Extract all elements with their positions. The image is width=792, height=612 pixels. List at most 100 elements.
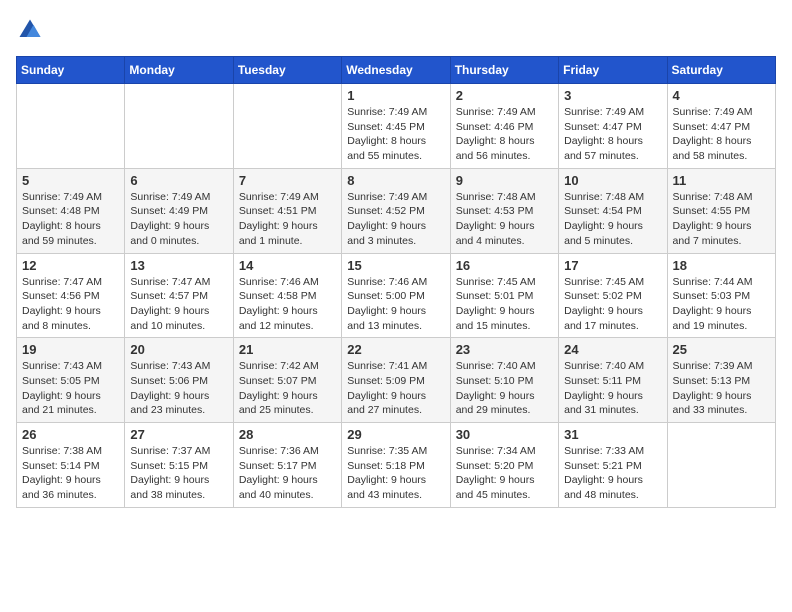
day-number: 7 bbox=[239, 173, 336, 188]
day-info: Sunrise: 7:37 AM Sunset: 5:15 PM Dayligh… bbox=[130, 444, 227, 503]
day-number: 1 bbox=[347, 88, 444, 103]
day-info: Sunrise: 7:45 AM Sunset: 5:01 PM Dayligh… bbox=[456, 275, 553, 334]
day-info: Sunrise: 7:47 AM Sunset: 4:56 PM Dayligh… bbox=[22, 275, 119, 334]
calendar-cell bbox=[667, 423, 775, 508]
calendar-cell: 12Sunrise: 7:47 AM Sunset: 4:56 PM Dayli… bbox=[17, 253, 125, 338]
calendar-header-row: SundayMondayTuesdayWednesdayThursdayFrid… bbox=[17, 57, 776, 84]
day-number: 10 bbox=[564, 173, 661, 188]
calendar-cell: 20 Sunrise: 7:43 AM Sunset: 5:06 PM Dayli… bbox=[125, 338, 233, 423]
calendar-cell: 23 Sunrise: 7:40 AM Sunset: 5:10 PM Dayli… bbox=[450, 338, 558, 423]
day-info: Sunrise: 7:40 AM Sunset: 5:11 PM Dayligh… bbox=[564, 359, 661, 418]
weekday-header: Tuesday bbox=[233, 57, 341, 84]
calendar-cell: 10 Sunrise: 7:48 AM Sunset: 4:54 PM Dayli… bbox=[559, 168, 667, 253]
day-info: Sunrise: 7:48 AM Sunset: 4:55 PM Dayligh… bbox=[673, 190, 770, 249]
day-info: Sunrise: 7:40 AM Sunset: 5:10 PM Dayligh… bbox=[456, 359, 553, 418]
calendar-cell: 13 Sunrise: 7:47 AM Sunset: 4:57 PM Dayli… bbox=[125, 253, 233, 338]
calendar-week-row: 12Sunrise: 7:47 AM Sunset: 4:56 PM Dayli… bbox=[17, 253, 776, 338]
calendar-cell bbox=[17, 84, 125, 169]
day-number: 18 bbox=[673, 258, 770, 273]
day-number: 20 bbox=[130, 342, 227, 357]
day-info: Sunrise: 7:47 AM Sunset: 4:57 PM Dayligh… bbox=[130, 275, 227, 334]
day-number: 30 bbox=[456, 427, 553, 442]
day-number: 28 bbox=[239, 427, 336, 442]
calendar-cell: 25Sunrise: 7:39 AM Sunset: 5:13 PM Dayli… bbox=[667, 338, 775, 423]
day-info: Sunrise: 7:49 AM Sunset: 4:52 PM Dayligh… bbox=[347, 190, 444, 249]
calendar-cell: 16 Sunrise: 7:45 AM Sunset: 5:01 PM Dayli… bbox=[450, 253, 558, 338]
day-number: 17 bbox=[564, 258, 661, 273]
calendar-cell: 19 Sunrise: 7:43 AM Sunset: 5:05 PM Dayli… bbox=[17, 338, 125, 423]
day-number: 23 bbox=[456, 342, 553, 357]
calendar-week-row: 1 Sunrise: 7:49 AM Sunset: 4:45 PM Daylig… bbox=[17, 84, 776, 169]
calendar-cell: 5 Sunrise: 7:49 AM Sunset: 4:48 PM Daylig… bbox=[17, 168, 125, 253]
day-info: Sunrise: 7:39 AM Sunset: 5:13 PM Dayligh… bbox=[673, 359, 770, 418]
calendar-cell: 2Sunrise: 7:49 AM Sunset: 4:46 PM Daylig… bbox=[450, 84, 558, 169]
calendar-cell: 8 Sunrise: 7:49 AM Sunset: 4:52 PM Daylig… bbox=[342, 168, 450, 253]
weekday-header: Saturday bbox=[667, 57, 775, 84]
day-number: 5 bbox=[22, 173, 119, 188]
day-info: Sunrise: 7:49 AM Sunset: 4:49 PM Dayligh… bbox=[130, 190, 227, 249]
weekday-header: Sunday bbox=[17, 57, 125, 84]
calendar-cell: 17 Sunrise: 7:45 AM Sunset: 5:02 PM Dayli… bbox=[559, 253, 667, 338]
day-info: Sunrise: 7:41 AM Sunset: 5:09 PM Dayligh… bbox=[347, 359, 444, 418]
weekday-header: Monday bbox=[125, 57, 233, 84]
calendar-cell: 26Sunrise: 7:38 AM Sunset: 5:14 PM Dayli… bbox=[17, 423, 125, 508]
calendar-week-row: 26Sunrise: 7:38 AM Sunset: 5:14 PM Dayli… bbox=[17, 423, 776, 508]
day-number: 27 bbox=[130, 427, 227, 442]
calendar-cell: 7Sunrise: 7:49 AM Sunset: 4:51 PM Daylig… bbox=[233, 168, 341, 253]
calendar-cell: 4Sunrise: 7:49 AM Sunset: 4:47 PM Daylig… bbox=[667, 84, 775, 169]
day-number: 15 bbox=[347, 258, 444, 273]
calendar-cell: 27 Sunrise: 7:37 AM Sunset: 5:15 PM Dayli… bbox=[125, 423, 233, 508]
day-number: 14 bbox=[239, 258, 336, 273]
calendar-cell: 29 Sunrise: 7:35 AM Sunset: 5:18 PM Dayli… bbox=[342, 423, 450, 508]
calendar-cell bbox=[233, 84, 341, 169]
day-number: 3 bbox=[564, 88, 661, 103]
day-number: 4 bbox=[673, 88, 770, 103]
day-info: Sunrise: 7:48 AM Sunset: 4:54 PM Dayligh… bbox=[564, 190, 661, 249]
logo bbox=[16, 16, 48, 44]
day-info: Sunrise: 7:49 AM Sunset: 4:48 PM Dayligh… bbox=[22, 190, 119, 249]
calendar-cell: 24Sunrise: 7:40 AM Sunset: 5:11 PM Dayli… bbox=[559, 338, 667, 423]
calendar-cell: 21Sunrise: 7:42 AM Sunset: 5:07 PM Dayli… bbox=[233, 338, 341, 423]
day-info: Sunrise: 7:45 AM Sunset: 5:02 PM Dayligh… bbox=[564, 275, 661, 334]
calendar-cell: 6Sunrise: 7:49 AM Sunset: 4:49 PM Daylig… bbox=[125, 168, 233, 253]
day-number: 13 bbox=[130, 258, 227, 273]
calendar-table: SundayMondayTuesdayWednesdayThursdayFrid… bbox=[16, 56, 776, 508]
calendar-cell: 14 Sunrise: 7:46 AM Sunset: 4:58 PM Dayli… bbox=[233, 253, 341, 338]
day-info: Sunrise: 7:43 AM Sunset: 5:05 PM Dayligh… bbox=[22, 359, 119, 418]
day-number: 19 bbox=[22, 342, 119, 357]
day-info: Sunrise: 7:49 AM Sunset: 4:47 PM Dayligh… bbox=[564, 105, 661, 164]
calendar-cell: 30 Sunrise: 7:34 AM Sunset: 5:20 PM Dayli… bbox=[450, 423, 558, 508]
day-info: Sunrise: 7:38 AM Sunset: 5:14 PM Dayligh… bbox=[22, 444, 119, 503]
day-info: Sunrise: 7:36 AM Sunset: 5:17 PM Dayligh… bbox=[239, 444, 336, 503]
weekday-header: Wednesday bbox=[342, 57, 450, 84]
day-number: 21 bbox=[239, 342, 336, 357]
day-number: 11 bbox=[673, 173, 770, 188]
day-info: Sunrise: 7:34 AM Sunset: 5:20 PM Dayligh… bbox=[456, 444, 553, 503]
day-number: 9 bbox=[456, 173, 553, 188]
calendar-week-row: 5 Sunrise: 7:49 AM Sunset: 4:48 PM Daylig… bbox=[17, 168, 776, 253]
calendar-cell: 1 Sunrise: 7:49 AM Sunset: 4:45 PM Daylig… bbox=[342, 84, 450, 169]
calendar-cell: 18 Sunrise: 7:44 AM Sunset: 5:03 PM Dayli… bbox=[667, 253, 775, 338]
weekday-header: Friday bbox=[559, 57, 667, 84]
day-number: 2 bbox=[456, 88, 553, 103]
day-info: Sunrise: 7:46 AM Sunset: 5:00 PM Dayligh… bbox=[347, 275, 444, 334]
day-info: Sunrise: 7:46 AM Sunset: 4:58 PM Dayligh… bbox=[239, 275, 336, 334]
calendar-week-row: 19 Sunrise: 7:43 AM Sunset: 5:05 PM Dayli… bbox=[17, 338, 776, 423]
day-number: 29 bbox=[347, 427, 444, 442]
day-number: 22 bbox=[347, 342, 444, 357]
page-header bbox=[16, 16, 776, 44]
calendar-cell: 31Sunrise: 7:33 AM Sunset: 5:21 PM Dayli… bbox=[559, 423, 667, 508]
day-info: Sunrise: 7:48 AM Sunset: 4:53 PM Dayligh… bbox=[456, 190, 553, 249]
day-info: Sunrise: 7:35 AM Sunset: 5:18 PM Dayligh… bbox=[347, 444, 444, 503]
calendar-cell: 28 Sunrise: 7:36 AM Sunset: 5:17 PM Dayli… bbox=[233, 423, 341, 508]
calendar-cell: 3 Sunrise: 7:49 AM Sunset: 4:47 PM Daylig… bbox=[559, 84, 667, 169]
day-number: 8 bbox=[347, 173, 444, 188]
day-info: Sunrise: 7:43 AM Sunset: 5:06 PM Dayligh… bbox=[130, 359, 227, 418]
calendar-cell: 15 Sunrise: 7:46 AM Sunset: 5:00 PM Dayli… bbox=[342, 253, 450, 338]
day-info: Sunrise: 7:49 AM Sunset: 4:45 PM Dayligh… bbox=[347, 105, 444, 164]
day-number: 31 bbox=[564, 427, 661, 442]
calendar-cell: 22 Sunrise: 7:41 AM Sunset: 5:09 PM Dayli… bbox=[342, 338, 450, 423]
calendar-cell: 9 Sunrise: 7:48 AM Sunset: 4:53 PM Daylig… bbox=[450, 168, 558, 253]
day-info: Sunrise: 7:44 AM Sunset: 5:03 PM Dayligh… bbox=[673, 275, 770, 334]
day-number: 16 bbox=[456, 258, 553, 273]
